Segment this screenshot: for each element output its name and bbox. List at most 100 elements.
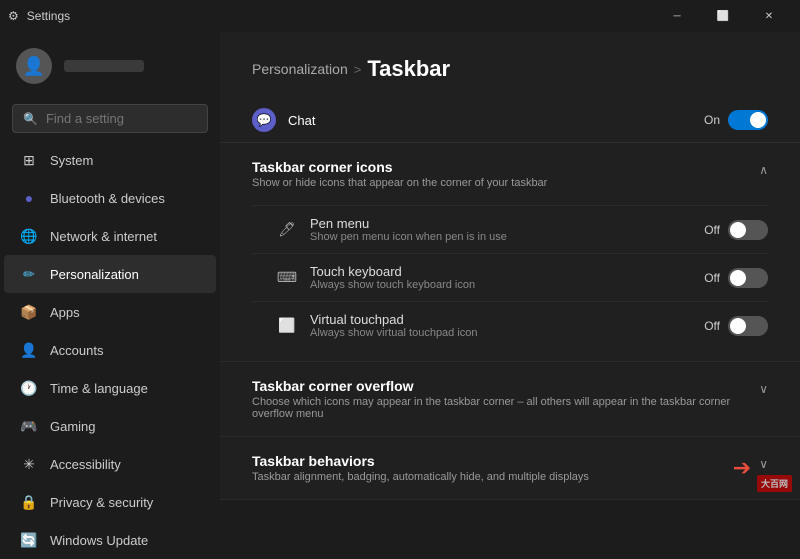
chat-toggle[interactable] [728, 110, 768, 130]
system-icon: ⊞ [20, 151, 38, 169]
sidebar-item-personalization[interactable]: ✏ Personalization [4, 255, 216, 293]
sidebar: 👤 🔍 ⊞ System ● Bluetooth & devices 🌐 Net… [0, 32, 220, 500]
setting-text-pen-menu: Pen menu Show pen menu icon when pen is … [310, 216, 692, 243]
section-subtitle-corner-icons: Show or hide icons that appear on the co… [252, 177, 759, 189]
windows-update-icon: 🔄 [20, 531, 38, 549]
touch-keyboard-icon: ⌨ [276, 267, 298, 289]
chat-toggle-knob [750, 112, 766, 128]
section-title-corner-overflow: Taskbar corner overflow [252, 378, 759, 394]
setting-row-virtual-touchpad: ⬜ Virtual touchpad Always show virtual t… [252, 301, 768, 349]
sidebar-item-label-accessibility: Accessibility [50, 457, 121, 472]
touch-keyboard-toggle-knob [730, 270, 746, 286]
breadcrumb-separator: > [354, 62, 362, 77]
sidebar-item-accessibility[interactable]: ✳ Accessibility [4, 445, 216, 483]
section-subtitle-behaviors: Taskbar alignment, badging, automaticall… [252, 471, 733, 483]
title-bar-left: ⚙ Settings [8, 9, 70, 23]
apps-icon: 📦 [20, 303, 38, 321]
app-container: 👤 🔍 ⊞ System ● Bluetooth & devices 🌐 Net… [0, 32, 800, 500]
pen-menu-toggle-knob [730, 222, 746, 238]
sidebar-item-gaming[interactable]: 🎮 Gaming [4, 407, 216, 445]
pen-menu-icon: 🖊 [276, 219, 298, 241]
breadcrumb-parent: Personalization [252, 61, 348, 77]
sidebar-item-time[interactable]: 🕐 Time & language [4, 369, 216, 407]
content-area: Personalization > Taskbar 💬 Chat On Task… [220, 32, 800, 500]
chat-icon: 💬 [252, 108, 276, 132]
section-header-behaviors[interactable]: Taskbar behaviors Taskbar alignment, bad… [220, 437, 800, 499]
personalization-icon: ✏ [20, 265, 38, 283]
sidebar-item-label-accounts: Accounts [50, 343, 103, 358]
chat-row: 💬 Chat On [220, 98, 800, 143]
section-title-wrap-corner-overflow: Taskbar corner overflow Choose which ico… [252, 378, 759, 420]
user-section: 👤 [0, 40, 220, 100]
sidebar-item-system[interactable]: ⊞ System [4, 141, 216, 179]
sidebar-item-label-time: Time & language [50, 381, 148, 396]
sidebar-item-label-windows-update: Windows Update [50, 533, 148, 548]
search-box[interactable]: 🔍 [12, 104, 208, 133]
red-arrow-annotation: ➔ [733, 455, 751, 481]
sidebar-item-label-privacy: Privacy & security [50, 495, 153, 510]
virtual-touchpad-toggle[interactable] [728, 316, 768, 336]
section-taskbar-corner-overflow: Taskbar corner overflow Choose which ico… [220, 362, 800, 437]
sidebar-item-bluetooth[interactable]: ● Bluetooth & devices [4, 179, 216, 217]
sidebar-item-privacy[interactable]: 🔒 Privacy & security [4, 483, 216, 521]
sidebar-item-windows-update[interactable]: 🔄 Windows Update [4, 521, 216, 559]
chat-symbol: 💬 [257, 113, 272, 127]
user-name-placeholder [64, 60, 144, 72]
setting-label-pen-menu: Pen menu [310, 216, 692, 231]
search-input[interactable] [46, 111, 197, 126]
title-bar-controls: ─ ⬜ ✕ [654, 0, 792, 32]
sidebar-item-apps[interactable]: 📦 Apps [4, 293, 216, 331]
setting-label-touch-keyboard: Touch keyboard [310, 264, 692, 279]
section-subtitle-corner-overflow: Choose which icons may appear in the tas… [252, 396, 759, 420]
accounts-icon: 👤 [20, 341, 38, 359]
search-icon: 🔍 [23, 112, 38, 126]
avatar: 👤 [16, 48, 52, 84]
pen-menu-toggle[interactable] [728, 220, 768, 240]
sidebar-item-label-network: Network & internet [50, 229, 157, 244]
settings-app-icon: ⚙ [8, 9, 19, 23]
sidebar-item-label-apps: Apps [50, 305, 80, 320]
gaming-icon: 🎮 [20, 417, 38, 435]
network-icon: 🌐 [20, 227, 38, 245]
privacy-icon: 🔒 [20, 493, 38, 511]
virtual-touchpad-toggle-group: Off [704, 316, 768, 336]
chat-toggle-group: On [704, 110, 768, 130]
chevron-behaviors: ∨ [759, 457, 768, 471]
sidebar-item-accounts[interactable]: 👤 Accounts [4, 331, 216, 369]
chevron-corner-icons: ∧ [759, 163, 768, 177]
section-taskbar-corner-icons: Taskbar corner icons Show or hide icons … [220, 143, 800, 362]
breadcrumb: Personalization > Taskbar [220, 32, 800, 98]
avatar-icon: 👤 [23, 56, 45, 77]
bluetooth-icon: ● [20, 189, 38, 207]
setting-desc-pen-menu: Show pen menu icon when pen is in use [310, 231, 692, 243]
section-body-corner-icons: 🖊 Pen menu Show pen menu icon when pen i… [220, 205, 800, 361]
section-header-corner-icons[interactable]: Taskbar corner icons Show or hide icons … [220, 143, 800, 205]
setting-desc-virtual-touchpad: Always show virtual touchpad icon [310, 327, 692, 339]
watermark: 大百网 [757, 475, 792, 492]
accessibility-icon: ✳ [20, 455, 38, 473]
sidebar-item-network[interactable]: 🌐 Network & internet [4, 217, 216, 255]
time-icon: 🕐 [20, 379, 38, 397]
minimize-button[interactable]: ─ [654, 0, 700, 32]
section-header-corner-overflow[interactable]: Taskbar corner overflow Choose which ico… [220, 362, 800, 436]
section-title-wrap-corner-icons: Taskbar corner icons Show or hide icons … [252, 159, 759, 189]
setting-text-touch-keyboard: Touch keyboard Always show touch keyboar… [310, 264, 692, 291]
title-bar-text: Settings [27, 9, 70, 23]
virtual-touchpad-toggle-knob [730, 318, 746, 334]
close-button[interactable]: ✕ [746, 0, 792, 32]
virtual-touchpad-toggle-state: Off [704, 319, 720, 333]
touch-keyboard-toggle[interactable] [728, 268, 768, 288]
virtual-touchpad-icon: ⬜ [276, 315, 298, 337]
chat-toggle-state-label: On [704, 113, 720, 127]
maximize-button[interactable]: ⬜ [700, 0, 746, 32]
section-taskbar-behaviors: Taskbar behaviors Taskbar alignment, bad… [220, 437, 800, 500]
chevron-corner-overflow: ∨ [759, 382, 768, 396]
pen-menu-toggle-state: Off [704, 223, 720, 237]
setting-row-pen-menu: 🖊 Pen menu Show pen menu icon when pen i… [252, 205, 768, 253]
touch-keyboard-toggle-group: Off [704, 268, 768, 288]
sidebar-item-label-system: System [50, 153, 93, 168]
section-title-behaviors: Taskbar behaviors [252, 453, 733, 469]
sidebar-item-label-personalization: Personalization [50, 267, 139, 282]
setting-row-touch-keyboard: ⌨ Touch keyboard Always show touch keybo… [252, 253, 768, 301]
sidebar-item-label-gaming: Gaming [50, 419, 96, 434]
